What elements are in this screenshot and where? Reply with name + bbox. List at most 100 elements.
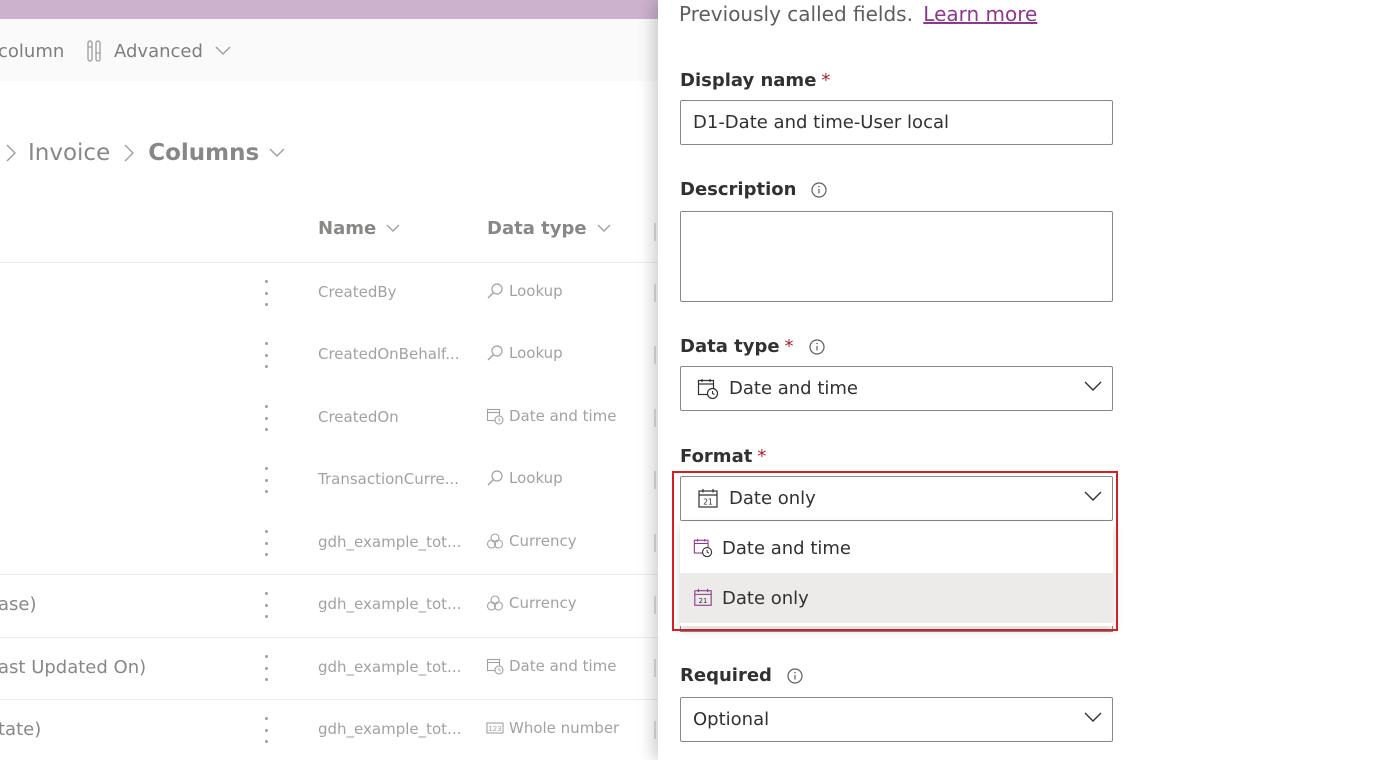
more-options-icon[interactable] [258,717,274,743]
lookup-icon [487,283,503,299]
data-type-label: Data type * [680,336,826,357]
row-logical-name: CreatedBy [318,283,397,301]
format-label-text: Format [680,446,753,467]
advanced-menu-button[interactable]: Advanced [86,39,243,63]
new-column-button[interactable]: column [0,41,64,62]
format-option-date-and-time[interactable]: Date and time [680,523,1113,573]
more-options-icon[interactable] [258,592,274,618]
table-row[interactable]: tate) gdh_example_tot... 123 Whole numbe… [0,699,658,760]
learn-more-link[interactable]: Learn more [923,2,1037,26]
row-data-type-label: Lookup [509,282,563,300]
date-time-icon [693,538,713,558]
table-row[interactable]: CreatedOnBehalf... Lookup [0,324,658,386]
new-column-label: column [0,41,65,62]
table-row[interactable]: ase) gdh_example_tot... Currency [0,574,658,636]
svg-text:21: 21 [699,597,708,605]
date-time-icon [486,658,504,675]
row-data-type: Date and time [486,657,617,675]
row-data-type: 123 Whole number [486,719,619,737]
chevron-down-icon[interactable] [269,148,285,158]
table-row[interactable]: TransactionCurre... Lookup [0,449,658,511]
table-row[interactable]: CreatedOn Date and time [0,387,658,449]
currency-icon [486,533,504,549]
column-divider [654,284,656,302]
more-options-icon[interactable] [258,530,274,556]
table-row[interactable]: gdh_example_tot... Currency [0,512,658,574]
column-divider [654,409,656,427]
calendar-icon: 21 [693,588,713,608]
table-row[interactable]: CreatedBy Lookup [0,262,658,324]
row-data-type: Lookup [486,282,563,300]
more-options-icon[interactable] [258,655,274,681]
info-icon[interactable] [810,181,828,199]
column-divider [654,721,656,739]
sort-chevron-icon [386,224,400,233]
format-option-label: Date only [722,587,809,609]
panel-intro-text: Previously called fields. [679,2,913,26]
currency-icon [486,595,504,611]
required-dropdown[interactable]: Optional [680,697,1113,742]
info-icon[interactable] [786,667,804,685]
table-row[interactable]: ast Updated On) gdh_example_tot... Date … [0,637,658,699]
sort-chevron-icon [597,224,611,233]
required-label-text: Required [680,665,772,686]
row-data-type: Currency [486,532,577,550]
more-options-icon[interactable] [258,467,274,493]
row-logical-name: gdh_example_tot... [318,595,462,613]
format-value: Date only [729,488,816,509]
breadcrumb: Invoice Columns [0,136,285,170]
breadcrumb-table-link[interactable]: Invoice [28,140,110,166]
column-header-name[interactable]: Name [318,218,400,239]
breadcrumb-separator-icon [124,144,135,162]
chevron-down-icon [1084,711,1102,723]
data-type-label-text: Data type [680,336,780,357]
row-data-type-label: Date and time [509,407,617,425]
chevron-down-icon [1084,490,1102,502]
display-name-value: D1-Date and time-User local [693,112,949,133]
tools-icon [87,40,101,62]
row-logical-name: TransactionCurre... [318,470,460,488]
panel-intro: Previously called fields. Learn more [679,2,1037,26]
more-options-icon[interactable] [258,342,274,368]
format-option-date-only[interactable]: 21 Date only [680,573,1113,623]
data-type-dropdown[interactable]: Date and time [680,366,1113,411]
svg-text:21: 21 [703,497,713,506]
row-display-name: tate) [0,719,42,740]
column-divider [654,223,656,241]
breadcrumb-current[interactable]: Columns [148,140,259,166]
column-header-name-label: Name [318,218,377,239]
row-logical-name: CreatedOnBehalf... [318,345,460,363]
row-data-type-label: Lookup [509,469,563,487]
lookup-icon [487,470,503,486]
row-data-type-label: Whole number [509,719,620,737]
row-data-type: Currency [486,594,577,612]
info-icon[interactable] [808,338,826,356]
row-data-type-label: Currency [509,532,577,550]
dropdown-underlying-border [680,626,1113,632]
row-data-type: Lookup [486,344,563,362]
svg-text:123: 123 [488,725,501,733]
advanced-label: Advanced [114,40,203,62]
format-options-list: Date and time 21 Date only [680,522,1113,626]
column-header-type-label: Data type [487,218,587,239]
required-asterisk: * [821,70,831,91]
whole-number-icon: 123 [486,722,504,734]
app-window: column Advanced Invoice Columns Name Dat… [0,0,1386,760]
required-asterisk: * [784,336,794,357]
lookup-icon [487,345,503,361]
format-option-label: Date and time [722,537,851,559]
data-type-value: Date and time [729,378,858,399]
description-textarea[interactable] [680,211,1113,302]
column-divider [654,471,656,489]
format-dropdown[interactable]: 21 Date only [680,476,1113,521]
more-options-icon[interactable] [258,280,274,306]
column-header-data-type[interactable]: Data type [487,218,611,239]
row-data-type-label: Date and time [509,657,617,675]
display-name-input[interactable]: D1-Date and time-User local [680,100,1113,145]
more-options-icon[interactable] [258,405,274,431]
row-logical-name: gdh_example_tot... [318,533,462,551]
row-logical-name: CreatedOn [318,408,399,426]
row-display-name: ast Updated On) [0,657,147,678]
column-divider [654,346,656,364]
date-time-icon [697,378,719,400]
